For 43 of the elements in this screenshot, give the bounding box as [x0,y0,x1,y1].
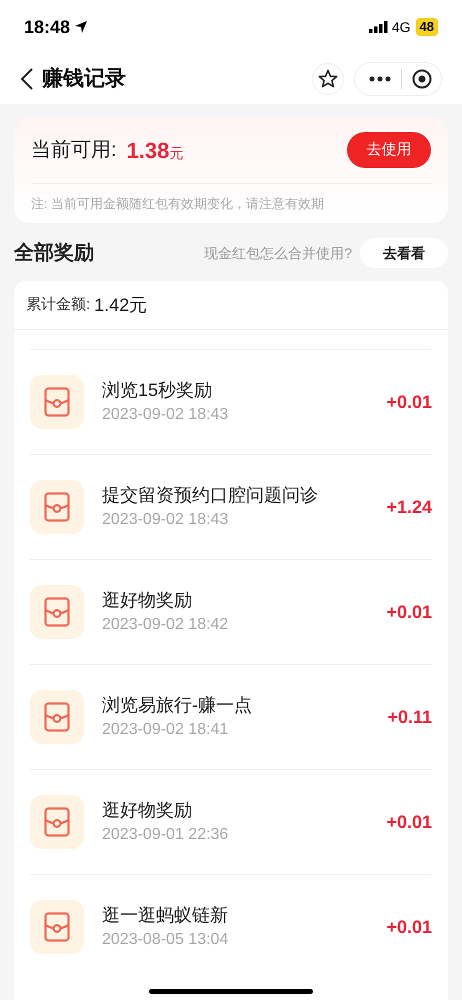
record-title: 浏览15秒奖励 [102,379,214,402]
record-time: 2023-09-02 18:43 [102,405,230,425]
record-time: 2023-09-02 18:42 [102,615,230,635]
balance-note: 注: 当前可用金额随红包有效期变化，请注意有效期 [31,194,324,213]
favorite-button[interactable] [312,63,344,95]
section-title: 全部奖励 [14,240,94,266]
more-icon[interactable] [369,76,391,82]
record-title: 逛好物奖励 [102,799,193,822]
record-title: 提交留资预约口腔问题问诊 [102,484,319,507]
view-button[interactable]: 去看看 [360,238,448,268]
network-label: 4G [392,18,411,36]
record-amount: +0.01 [386,916,432,938]
clock: 18:48 [24,16,70,38]
total-value: 1.42元 [94,294,148,316]
record-amount: +0.01 [386,390,432,414]
merge-question: 现金红包怎么合并使用? [204,244,352,262]
envelope-icon [44,912,70,942]
record-time: 2023-09-02 18:43 [102,510,230,530]
envelope-icon [44,702,70,732]
location-arrow-icon [74,20,88,34]
record-title: 逛一逛蚂蚁链新 [102,904,229,927]
star-icon [318,69,338,89]
record-time: 2023-09-02 18:41 [102,720,230,740]
record-amount: +0.01 [386,810,432,834]
envelope-icon [44,387,70,417]
page-title: 赚钱记录 [42,66,126,92]
record-amount: +0.01 [386,600,432,624]
balance-label: 当前可用: [31,138,117,163]
envelope-icon [44,597,70,627]
record-time: 2023-09-01 22:36 [102,825,230,845]
battery-indicator: 48 [416,18,438,36]
record-title: 浏览易旅行-赚一点 [102,694,253,717]
envelope-icon [44,492,70,522]
back-icon[interactable] [20,67,34,91]
signal-icon [368,21,388,33]
use-button[interactable]: 去使用 [347,132,431,168]
envelope-icon [44,807,70,837]
record-amount: +1.24 [386,496,432,518]
record-amount: +0.11 [387,706,432,728]
record-title: 逛好物奖励 [102,589,193,612]
balance-amount: 1.38元 [126,136,184,164]
total-label: 累计金额: [26,294,90,315]
record-time: 2023-08-05 13:04 [102,930,230,950]
